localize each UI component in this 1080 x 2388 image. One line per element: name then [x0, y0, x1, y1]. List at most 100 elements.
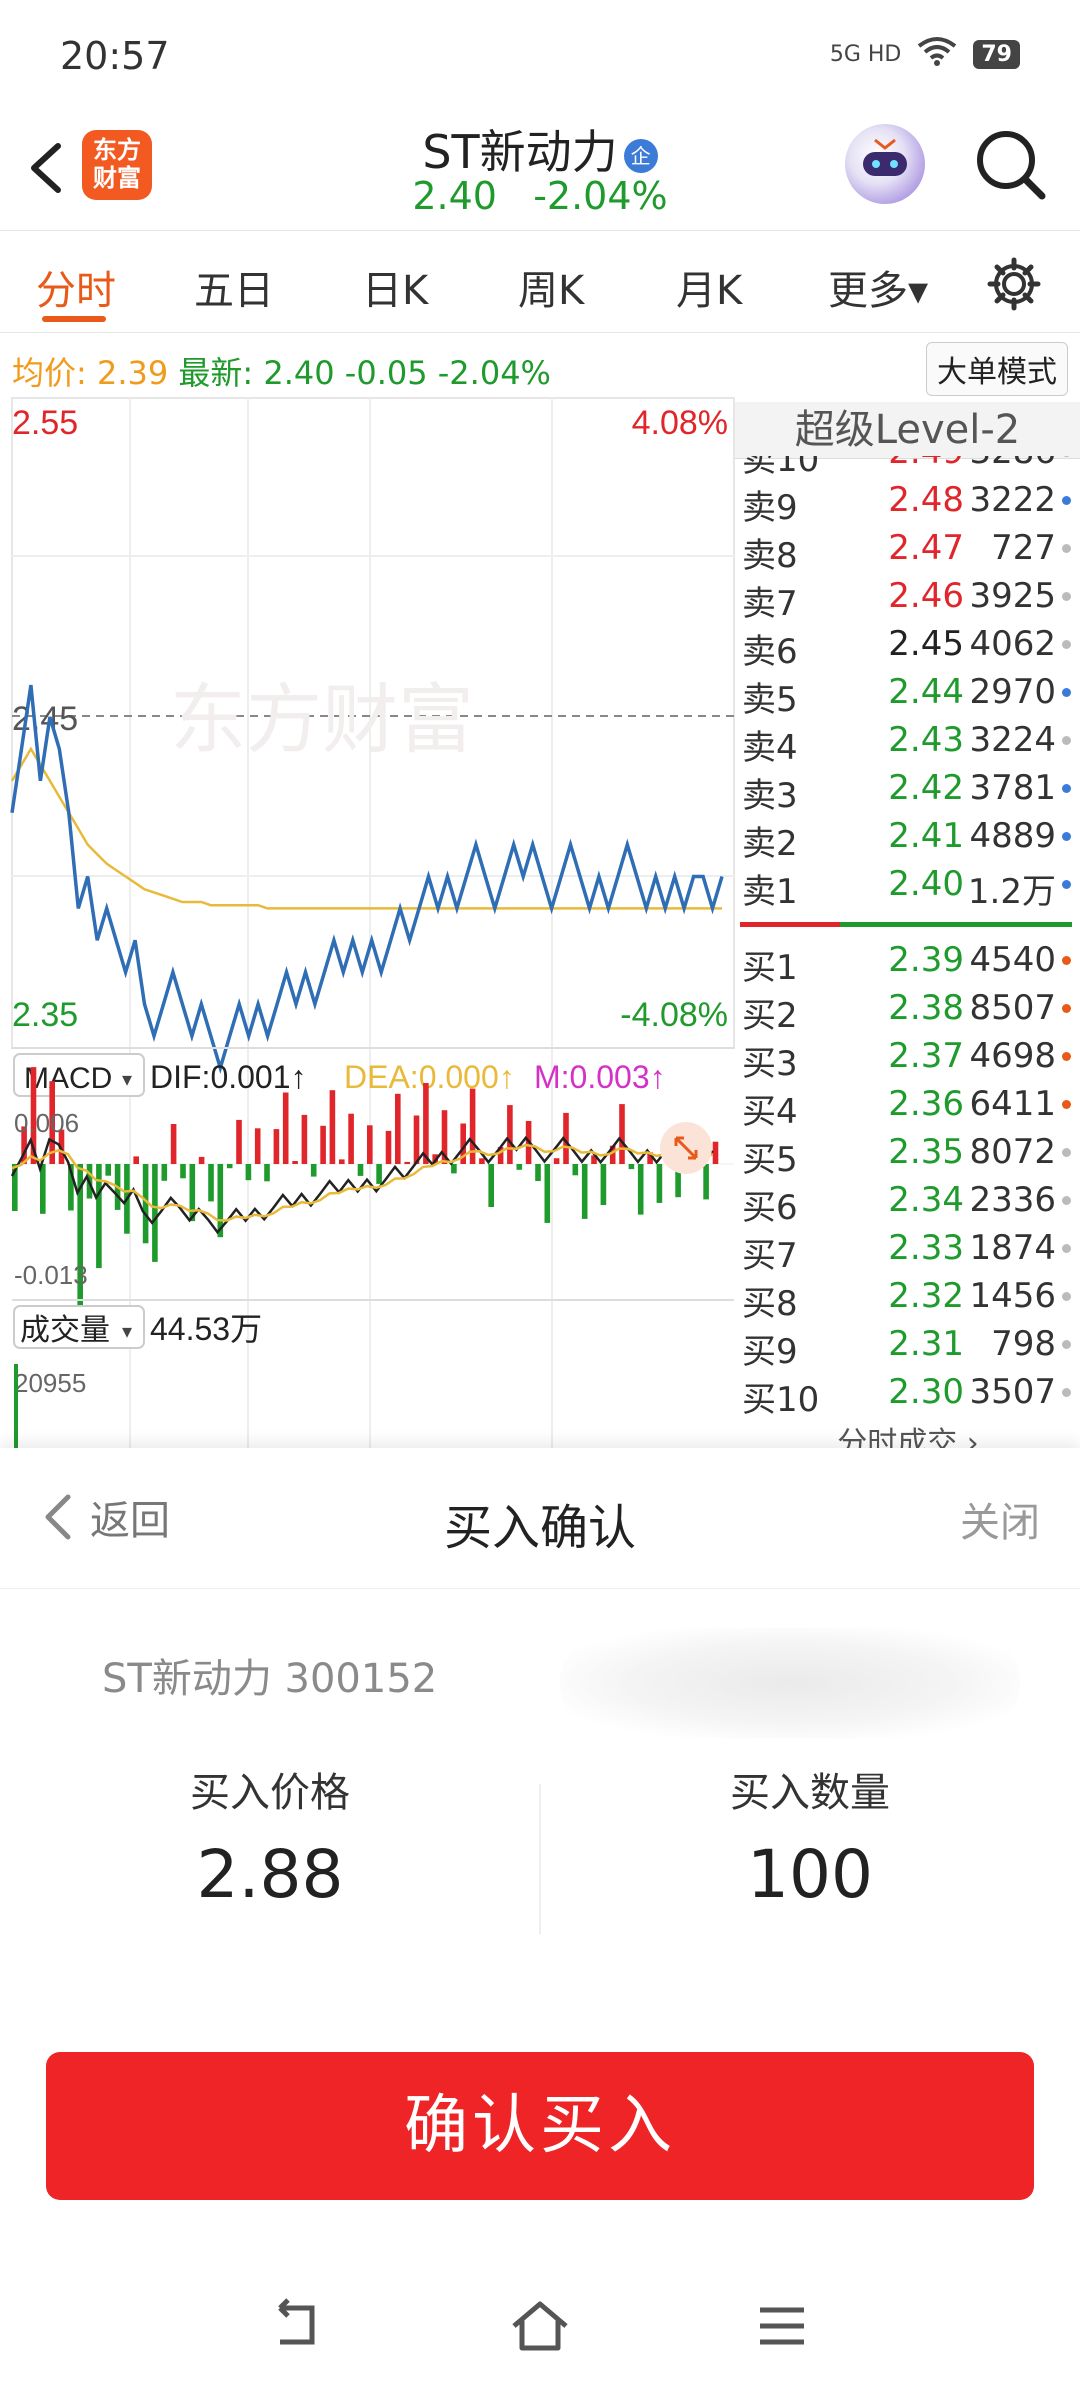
macd-bar — [488, 1164, 494, 1207]
macd-dif: DIF:0.001↑ — [150, 1059, 307, 1095]
tab-more[interactable]: 更多▾ — [828, 258, 928, 316]
bid-order-row[interactable]: 买1 2.39 4540 — [736, 934, 1080, 988]
tab-daily-k[interactable]: 日K — [362, 258, 428, 316]
dialog-stock-info: ST新动力 300152 — [102, 1656, 438, 1702]
order-dot-icon — [1062, 592, 1071, 601]
level2-title[interactable]: 超级Level-2 — [735, 402, 1080, 459]
bid-order-row[interactable]: 买5 2.35 8072 — [736, 1126, 1080, 1180]
ask-level-volume: 1.2万 — [967, 872, 1056, 912]
bid-order-row[interactable]: 买9 2.31 798 — [736, 1318, 1080, 1372]
macd-bar — [553, 1158, 560, 1164]
bid-level-volume: 4540 — [969, 940, 1056, 980]
macd-bar — [619, 1104, 625, 1164]
ask-level-price: 2.47 — [888, 528, 964, 568]
bid-order-row[interactable]: 买4 2.36 6411 — [736, 1078, 1080, 1132]
order-dot-icon — [1062, 1340, 1071, 1349]
order-dot-icon — [1062, 688, 1071, 697]
macd-bar — [628, 1164, 635, 1170]
macd-bar — [264, 1164, 270, 1182]
macd-m: M:0.003↑ — [534, 1059, 666, 1095]
macd-bar — [236, 1119, 242, 1164]
bid-level-volume: 6411 — [969, 1084, 1056, 1124]
big-order-mode-button[interactable]: 大单模式 — [926, 342, 1068, 396]
macd-bar — [413, 1115, 420, 1164]
change-pct-value: -2.04% — [437, 354, 551, 392]
ask-order-row[interactable]: 卖3 2.42 3781 — [736, 762, 1080, 816]
macd-bar — [273, 1129, 280, 1164]
back-nav-icon[interactable] — [268, 2296, 328, 2356]
tab-weekly-k[interactable]: 周K — [518, 258, 584, 316]
chart-watermark: 东方财富 — [170, 678, 474, 763]
macd-bar — [170, 1124, 177, 1164]
buy-price-value: 2.88 — [196, 1836, 344, 1913]
tab-intraday[interactable]: 分时 — [36, 258, 116, 316]
stock-name: ST新动力 — [422, 125, 618, 179]
bid-order-row[interactable]: 买8 2.32 1456 — [736, 1270, 1080, 1324]
price-axis-high: 2.55 — [12, 404, 78, 442]
ask-order-row[interactable]: 卖7 2.46 3925 — [736, 570, 1080, 624]
bid-level-price: 2.39 — [888, 940, 964, 980]
dialog-close-button[interactable]: 关闭 — [960, 1490, 1040, 1548]
macd-bar — [404, 1161, 410, 1164]
dialog-title: 买入确认 — [443, 1500, 636, 1556]
ask-level-volume: 3925 — [969, 576, 1056, 616]
macd-bar — [180, 1164, 186, 1179]
ask-order-row[interactable]: 卖9 2.48 3222 — [736, 474, 1080, 528]
bid-level-volume: 3507 — [969, 1372, 1056, 1412]
battery-icon: 79 — [973, 39, 1020, 69]
latest-value: 2.40 — [263, 354, 335, 392]
confirm-buy-button[interactable]: 确认买入 — [46, 2052, 1034, 2200]
tab-five-day[interactable]: 五日 — [194, 258, 274, 316]
bid-order-row[interactable]: 买2 2.38 8507 — [736, 982, 1080, 1036]
active-tab-indicator — [42, 316, 106, 322]
macd-bar — [152, 1164, 158, 1262]
macd-bar — [40, 1164, 46, 1214]
macd-bar — [507, 1105, 513, 1164]
bid-level-price: 2.37 — [888, 1036, 964, 1076]
order-dot-icon — [1062, 640, 1071, 649]
macd-bar — [712, 1141, 719, 1164]
ask-level-volume: 4062 — [969, 624, 1056, 664]
ask-order-row[interactable]: 卖5 2.44 2970 — [736, 666, 1080, 720]
ask-order-row[interactable]: 卖6 2.45 4062 — [736, 618, 1080, 672]
menu-nav-icon[interactable] — [752, 2296, 812, 2356]
macd-histogram — [12, 1067, 719, 1315]
assistant-robot-avatar[interactable] — [845, 124, 925, 204]
pct-axis-high: 4.08% — [632, 404, 728, 442]
bid-level-price: 2.31 — [888, 1324, 964, 1364]
intraday-chart[interactable]: 东方财富 2.55 2.45 2.35 4.08% -4.08% MACD ▾ … — [0, 396, 735, 1448]
home-nav-icon[interactable] — [508, 2296, 572, 2356]
bid-level-price: 2.36 — [888, 1084, 964, 1124]
ask-order-row[interactable]: 卖1 2.40 1.2万 — [736, 858, 1080, 912]
order-dot-icon — [1062, 736, 1071, 745]
ask-level-volume: 3286 — [966, 456, 1056, 472]
order-dot-icon — [1062, 832, 1071, 841]
bid-order-row[interactable]: 买6 2.34 2336 — [736, 1174, 1080, 1228]
bid-order-row[interactable]: 买7 2.33 1874 — [736, 1222, 1080, 1276]
ask-level-volume: 3781 — [969, 768, 1056, 808]
volume-axis-max: 20955 — [14, 1368, 86, 1398]
chart-settings-button[interactable] — [984, 254, 1044, 318]
buy-quantity-value: 100 — [747, 1836, 873, 1913]
volume-value: 44.53万 — [150, 1311, 262, 1347]
volume-bar — [14, 1364, 18, 1448]
ask-order-row[interactable]: 卖4 2.43 3224 — [736, 714, 1080, 768]
order-dot-icon — [1062, 456, 1071, 457]
macd-axis-bottom: -0.013 — [14, 1260, 88, 1290]
macd-bar — [320, 1125, 326, 1164]
dropdown-caret-icon: ▾ — [122, 1067, 132, 1091]
bid-order-row[interactable]: 买3 2.37 4698 — [736, 1030, 1080, 1084]
macd-axis-top: 0.006 — [14, 1108, 79, 1138]
ask-level-price: 2.45 — [888, 624, 964, 664]
ask-order-row[interactable]: 卖2 2.41 4889 — [736, 810, 1080, 864]
ask-order-row[interactable]: 卖8 2.47 727 — [736, 522, 1080, 576]
ask-order-row[interactable]: 卖102.493286 — [736, 456, 1080, 480]
bid-order-row[interactable]: 买10 2.30 3507 — [736, 1366, 1080, 1420]
ask-level-price: 2.44 — [888, 672, 964, 712]
order-dot-icon — [1062, 1148, 1071, 1157]
bid-level-volume: 1874 — [969, 1228, 1056, 1268]
search-button[interactable] — [972, 126, 1048, 206]
status-icons: 5G HD 79 — [830, 36, 1020, 72]
macd-bar — [348, 1113, 354, 1164]
tab-monthly-k[interactable]: 月K — [676, 258, 742, 316]
